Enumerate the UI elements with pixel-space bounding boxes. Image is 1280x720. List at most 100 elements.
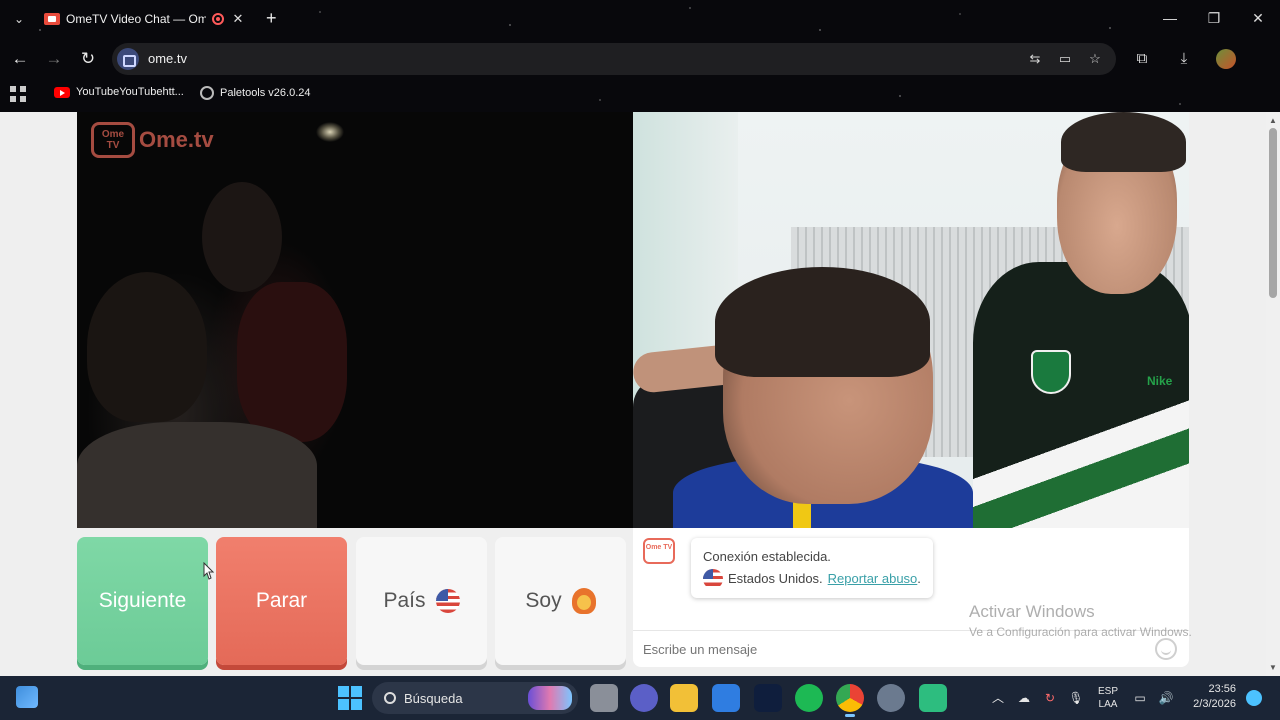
tab-close-button[interactable]: ✕: [230, 11, 246, 27]
omnibox-actions: ⇆ ▭ ☆: [1026, 50, 1104, 68]
forward-arrow-icon[interactable]: →: [43, 48, 65, 70]
stranger-person-b: [202, 182, 282, 292]
onedrive-cloud-icon[interactable]: ☁: [1016, 690, 1032, 706]
settings-gear-icon[interactable]: [877, 684, 905, 712]
scroll-up-arrow-icon[interactable]: ▲: [1269, 116, 1277, 125]
youtube-icon: [54, 86, 70, 98]
us-flag-icon: [703, 569, 723, 589]
sync-icon[interactable]: ↻: [1042, 690, 1058, 706]
address-bar[interactable]: ome.tv ⇆ ▭ ☆: [112, 43, 1116, 75]
restore-button[interactable]: ❐: [1192, 0, 1236, 36]
recording-indicator-icon: [212, 13, 224, 25]
task-view-icon[interactable]: [590, 684, 618, 712]
download-icon[interactable]: ⤓: [1174, 49, 1194, 69]
ometv-chat-logo-icon: Ome TV: [643, 538, 675, 564]
stranger-red-shirt: [237, 282, 347, 442]
bookmark-label: Paletools v26.0.24: [220, 87, 311, 99]
chat-message-input[interactable]: [643, 636, 1153, 662]
app-icon[interactable]: [919, 684, 947, 712]
tab-title: OmeTV Video Chat — Ome: [66, 12, 206, 26]
display-icon[interactable]: ▭: [1132, 690, 1148, 706]
globe-icon: [200, 86, 214, 100]
chevron-up-icon[interactable]: ︿: [990, 690, 1006, 706]
scroll-thumb[interactable]: [1269, 128, 1277, 298]
country-name: Estados Unidos.: [728, 571, 823, 586]
reload-icon[interactable]: ↻: [77, 48, 99, 70]
widgets-icon[interactable]: [16, 686, 38, 708]
ometv-favicon-icon: [44, 13, 60, 25]
stranger-person-a: [87, 272, 207, 422]
browser-toolbar: ← → ↻ ome.tv ⇆ ▭ ☆ ⧉ ⤓: [0, 40, 1280, 78]
stranger-video: Ome TV Ome.tv: [77, 112, 633, 528]
country-filter-button[interactable]: País: [356, 537, 487, 665]
connection-status: Conexión establecida.: [703, 549, 831, 564]
notification-icon[interactable]: [1246, 690, 1262, 706]
microphone-icon[interactable]: 🎙: [1068, 690, 1084, 706]
self-person-a-hair: [715, 267, 930, 377]
microsoft-store-icon[interactable]: [712, 684, 740, 712]
new-tab-button[interactable]: +: [266, 8, 277, 29]
chat-panel: Ome TV Conexión establecida. Estados Uni…: [633, 528, 1189, 667]
message-bubble: Conexión establecida. Estados Unidos. Re…: [691, 538, 933, 598]
taskbar-search[interactable]: Búsqueda: [372, 682, 578, 714]
search-highlight-art: [528, 686, 572, 710]
gender-filter-button[interactable]: Soy: [495, 537, 626, 665]
ometv-logo: Ome TV Ome.tv: [91, 122, 214, 158]
back-arrow-icon[interactable]: ←: [9, 48, 31, 70]
clock-date: 2/3/2026: [1193, 698, 1236, 710]
scroll-down-arrow-icon[interactable]: ▼: [1269, 663, 1277, 672]
tab-search-chevron-icon[interactable]: ⌄: [10, 10, 28, 28]
apps-grid-icon[interactable]: [10, 86, 26, 102]
disney-plus-icon[interactable]: [754, 684, 782, 712]
self-person-b-hair: [1061, 112, 1186, 172]
cast-icon[interactable]: ▭: [1056, 50, 1074, 68]
windows-activation-watermark: Activar Windows Ve a Configuración para …: [969, 602, 1192, 639]
report-abuse-link[interactable]: Reportar abuso: [828, 571, 918, 586]
stop-button-label: Parar: [255, 589, 308, 612]
country-button-label: País: [383, 589, 426, 612]
stop-button[interactable]: Parar: [216, 537, 347, 665]
system-message: Ome TV Conexión establecida. Estados Uni…: [643, 538, 933, 598]
volume-icon[interactable]: 🔊: [1158, 690, 1174, 706]
url-text[interactable]: ome.tv: [148, 51, 187, 66]
self-person-b-jersey: [973, 262, 1189, 528]
jersey-crest-icon: [1031, 350, 1071, 394]
search-label: Búsqueda: [404, 690, 463, 706]
toolbar-right: ⧉ ⤓: [1132, 49, 1236, 69]
emoji-smile-icon[interactable]: [1155, 638, 1177, 660]
file-explorer-icon[interactable]: [670, 684, 698, 712]
jersey-sponsor: Nike: [1147, 374, 1173, 388]
ometv-logo-text: Ome.tv: [139, 127, 214, 152]
bookmarks-bar: YouTubeYouTubehtt... Paletools v26.0.24: [0, 80, 1280, 108]
taskbar-clock[interactable]: 23:56 2/3/2026: [1186, 682, 1236, 712]
chrome-icon[interactable]: [836, 684, 864, 717]
self-video: Nike: [633, 112, 1189, 528]
bookmark-star-icon[interactable]: ☆: [1086, 50, 1104, 68]
site-info-icon[interactable]: [117, 48, 139, 70]
tab-ometv[interactable]: OmeTV Video Chat — Ome ✕: [36, 6, 256, 32]
bookmark-youtube[interactable]: YouTubeYouTubehtt...: [54, 86, 184, 98]
extensions-icon[interactable]: ⧉: [1132, 49, 1152, 69]
teams-icon[interactable]: [630, 684, 658, 712]
translate-icon[interactable]: ⇆: [1026, 50, 1044, 68]
minimize-button[interactable]: —: [1148, 0, 1192, 36]
windows-start-icon[interactable]: [338, 686, 362, 710]
close-window-button[interactable]: ✕: [1236, 0, 1280, 36]
bookmark-paletools[interactable]: Paletools v26.0.24: [200, 86, 311, 100]
language-indicator[interactable]: ESP LAA: [1098, 685, 1118, 711]
page-scrollbar[interactable]: ▲ ▼: [1266, 112, 1280, 676]
search-icon: [384, 692, 396, 704]
tab-bar: ⌄ OmeTV Video Chat — Ome ✕ + — ❐ ✕: [0, 0, 1280, 38]
ometv-tv-icon: Ome TV: [91, 122, 135, 158]
profile-avatar[interactable]: [1216, 49, 1236, 69]
next-button[interactable]: Siguiente: [77, 537, 208, 665]
browser-chrome: ⌄ OmeTV Video Chat — Ome ✕ + — ❐ ✕ ← → ↻…: [0, 0, 1280, 112]
mouse-cursor-icon: [203, 562, 215, 580]
windows-taskbar: Búsqueda ︿ ☁ ↻ 🎙 ESP LAA ▭ 🔊 23:56 2/3/2…: [0, 676, 1280, 720]
bookmark-label: YouTubeYouTubehtt...: [76, 86, 184, 98]
gender-button-label: Soy: [525, 589, 562, 612]
us-flag-icon: [435, 589, 460, 613]
spotify-icon[interactable]: [795, 684, 823, 712]
window-controls: — ❐ ✕: [1148, 0, 1280, 36]
stranger-shoulder: [77, 422, 317, 528]
